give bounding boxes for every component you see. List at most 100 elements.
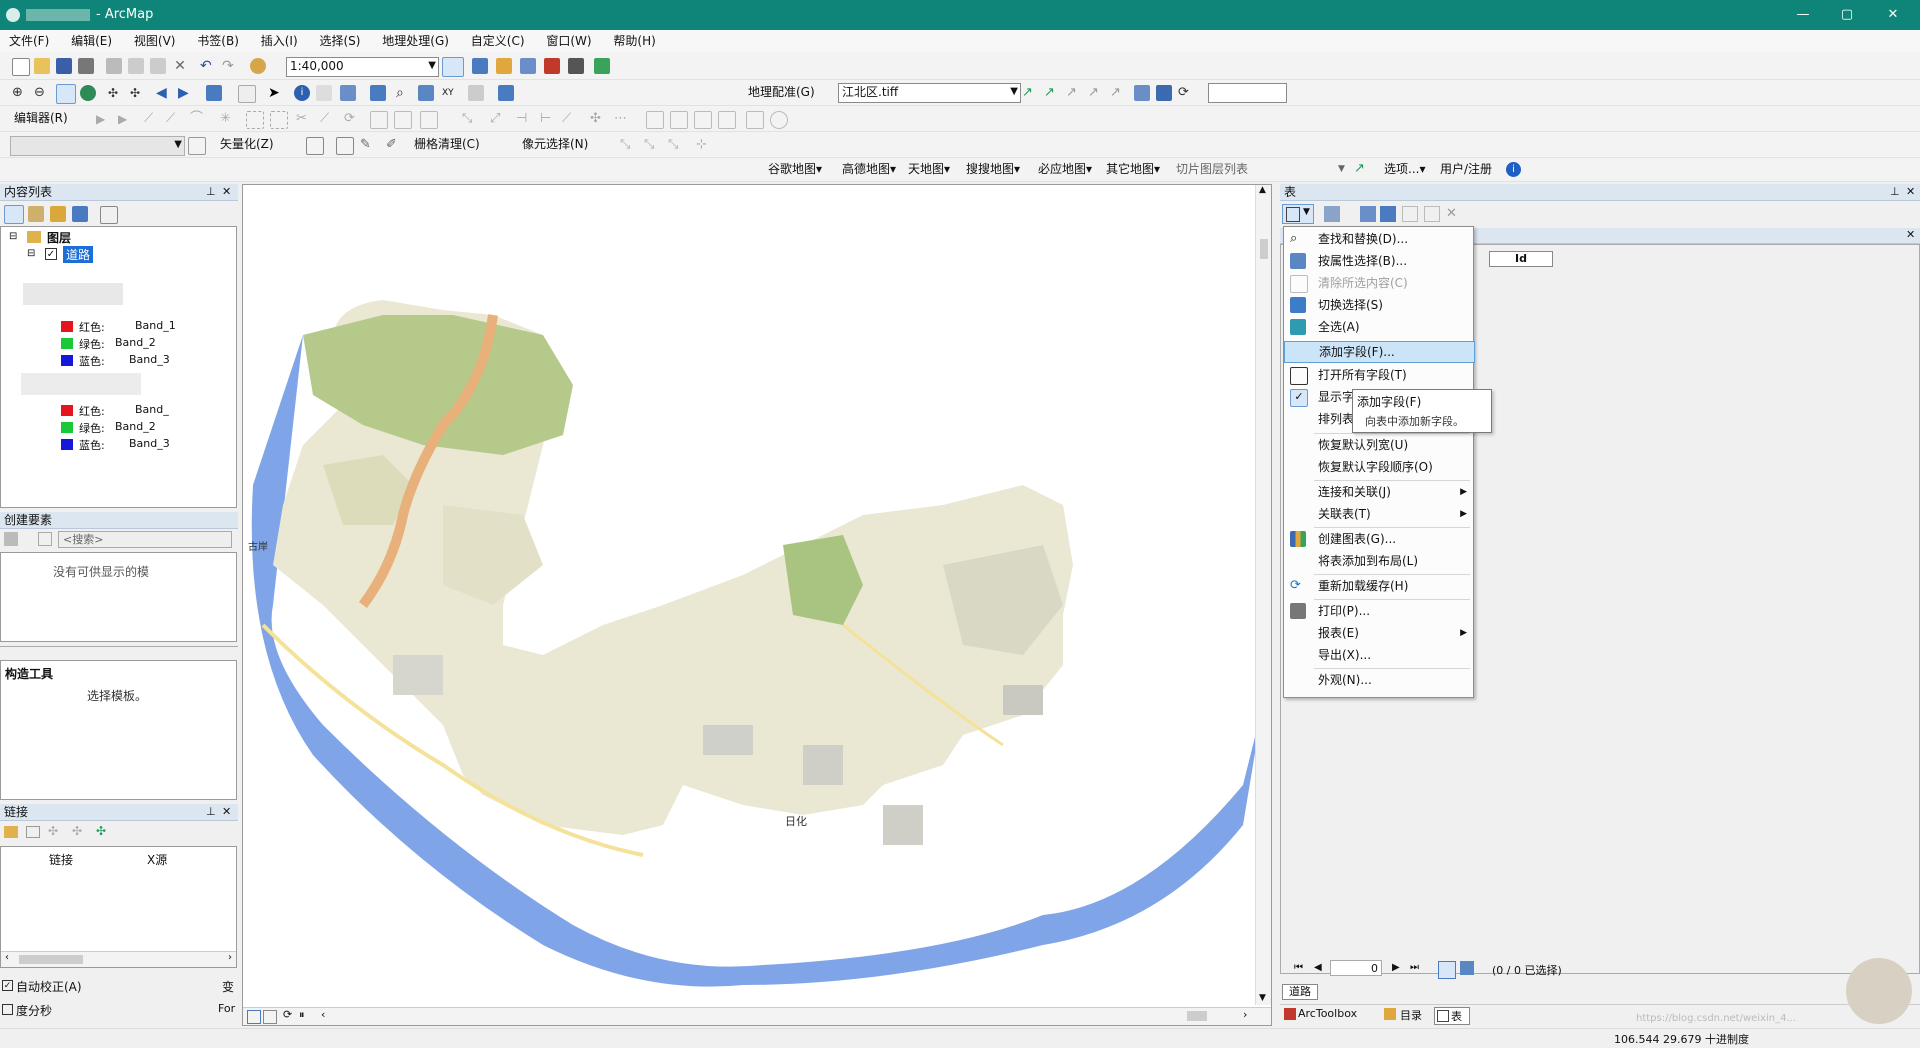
rotate-icon[interactable]: ↗ (1022, 85, 1038, 101)
hyperlink-icon[interactable] (316, 85, 332, 101)
menu-geoprocessing[interactable]: 地理处理(G) (373, 30, 458, 52)
close-icon[interactable]: ✕ (1906, 184, 1915, 200)
layout-view-icon[interactable] (263, 1010, 277, 1024)
viewer-icon[interactable] (1156, 85, 1172, 101)
georef-layer-combo[interactable]: 江北区.tiff ▼ (838, 83, 1021, 103)
scroll-left-icon[interactable]: ‹ (5, 952, 9, 963)
list-by-source-icon[interactable] (28, 206, 44, 222)
model-builder-icon[interactable] (594, 58, 610, 74)
data-frame-label[interactable]: 图层 (47, 229, 71, 246)
switch-selection-icon[interactable] (1380, 206, 1396, 222)
forward-arrow-icon[interactable]: ▶ (178, 85, 194, 101)
menu-item-related-tables[interactable]: 关联表(T) ▶ (1284, 504, 1473, 524)
scroll-up-icon[interactable]: ▲ (1259, 185, 1266, 195)
menu-bookmarks[interactable]: 书签(B) (188, 30, 248, 52)
links-horizontal-scrollbar[interactable]: ‹ › (1, 951, 236, 967)
template-view-icon[interactable] (38, 532, 52, 546)
auto-registration-icon[interactable]: ↗ (1088, 85, 1104, 101)
pin-icon[interactable]: ⊥ (206, 804, 216, 820)
layer-visibility-checkbox[interactable]: ✓ (45, 248, 57, 260)
add-control-points-icon[interactable]: ↗ (1066, 85, 1082, 101)
menu-item-turn-all-fields-on[interactable]: 打开所有字段(T) (1284, 365, 1473, 385)
select-elements-arrow-icon[interactable]: ➤ (268, 85, 284, 101)
toc-options-icon[interactable] (100, 206, 118, 224)
python-icon[interactable] (568, 58, 584, 74)
menu-file[interactable]: 文件(F) (0, 30, 58, 52)
buffer-icon[interactable] (718, 111, 736, 129)
close-button[interactable]: ✕ (1876, 4, 1910, 26)
menu-item-export[interactable]: 导出(X)... (1284, 645, 1473, 665)
menu-item-print[interactable]: 打印(P)... (1284, 601, 1473, 621)
pan-hand-icon[interactable] (56, 84, 76, 104)
data-view-icon[interactable] (247, 1010, 261, 1024)
menu-item-restore-column-widths[interactable]: 恢复默认列宽(U) (1284, 435, 1473, 455)
viewer-window-icon[interactable] (498, 85, 514, 101)
vectorization-menu[interactable]: 矢量化(Z) (220, 134, 274, 154)
scroll-thumb[interactable] (19, 955, 83, 964)
last-record-icon[interactable]: ⏭ (1410, 962, 1419, 973)
save-link-icon[interactable] (26, 826, 40, 838)
bing-maps-menu[interactable]: 必应地图▾ (1038, 159, 1092, 179)
raster-line-icon[interactable] (336, 137, 354, 155)
scroll-left-icon[interactable]: ‹ (321, 1008, 325, 1021)
reshape-feature-icon[interactable] (270, 111, 288, 129)
cogo-icon[interactable] (746, 111, 764, 129)
tile-layer-list-combo[interactable]: 切片图层列表 ▼ (1176, 159, 1346, 179)
scroll-thumb[interactable] (1187, 1011, 1207, 1021)
editor-menu[interactable]: 编辑器(R) (14, 108, 68, 128)
scroll-right-icon[interactable]: › (228, 952, 232, 963)
close-table-icon[interactable]: ✕ (1906, 228, 1915, 241)
user-register-link[interactable]: 用户/注册 (1440, 159, 1492, 179)
open-link-icon[interactable] (4, 826, 18, 838)
paste-icon[interactable] (150, 58, 166, 74)
minimize-button[interactable]: — (1786, 4, 1820, 26)
menu-item-select-by-attributes[interactable]: 按属性选择(B)... (1284, 251, 1473, 271)
back-arrow-icon[interactable]: ◀ (156, 85, 172, 101)
options-menu[interactable]: 选项...▾ (1384, 159, 1425, 179)
cell-selection-menu[interactable]: 像元选择(N) (522, 134, 588, 154)
straight-segment-icon[interactable]: ⟋ (144, 111, 160, 127)
raster-pencil-icon[interactable]: ✎ (360, 137, 376, 153)
end-point-arc-icon[interactable]: ⟋ (166, 111, 182, 127)
zoom-to-selected-icon[interactable] (1424, 206, 1440, 222)
add-data-icon[interactable] (250, 58, 266, 74)
edit-tool-icon[interactable]: ▶ (96, 111, 112, 127)
pin-icon[interactable]: ⊥ (206, 184, 216, 200)
delete-link-icon[interactable]: ✣ (48, 824, 58, 838)
split-icon[interactable]: ⟋ (320, 111, 336, 127)
scroll-right-icon[interactable]: › (1243, 1008, 1247, 1021)
select-link-icon[interactable]: ↗ (1110, 85, 1126, 101)
point-icon[interactable]: ✳ (220, 111, 236, 127)
menu-item-create-graph[interactable]: 创建图表(G)... (1284, 529, 1473, 549)
organize-templates-icon[interactable] (4, 532, 18, 546)
zoom-out-icon[interactable]: ⊖ (34, 85, 50, 101)
advanced-edit-icon[interactable] (770, 111, 788, 129)
info-icon[interactable]: i (1506, 162, 1521, 177)
save-icon[interactable] (56, 58, 72, 74)
sketch-properties-icon[interactable] (394, 111, 412, 129)
select-connected-cells-icon[interactable]: ⤡ (620, 137, 636, 153)
menu-item-reports[interactable]: 报表(E) ▶ (1284, 623, 1473, 643)
dock-tab-catalog[interactable]: 目录 (1400, 1007, 1422, 1023)
dock-tab-arctoolbox[interactable]: ArcToolbox (1298, 1007, 1357, 1020)
list-by-drawing-order-icon[interactable] (4, 205, 24, 224)
attributes-icon[interactable] (370, 111, 388, 129)
generalize-icon[interactable]: ⤢ (490, 111, 506, 127)
menu-item-add-field[interactable]: 添加字段(F)... (1284, 341, 1475, 363)
copy-icon[interactable] (128, 58, 144, 74)
measure-icon[interactable] (370, 85, 386, 101)
table-tab-roads[interactable]: 道路 (1282, 984, 1318, 1000)
soso-maps-menu[interactable]: 搜搜地图▾ (966, 159, 1020, 179)
raster-cleanup-menu[interactable]: 栅格清理(C) (414, 134, 480, 154)
scroll-down-icon[interactable]: ▼ (1259, 993, 1266, 1003)
menu-item-select-all[interactable]: 全选(A) (1284, 317, 1473, 337)
dms-checkbox[interactable] (2, 1004, 13, 1015)
dock-tab-table-box[interactable]: 表 (1434, 1007, 1470, 1025)
catalog-icon[interactable] (496, 58, 512, 74)
gaode-maps-menu[interactable]: 高德地图▾ (842, 159, 896, 179)
trim-icon[interactable]: ⊢ (540, 111, 556, 127)
cell-select-target-icon[interactable]: ⤡ (668, 137, 684, 153)
full-extent-icon[interactable] (80, 85, 96, 101)
show-selected-records-icon[interactable] (1460, 961, 1474, 975)
menu-item-reload-cache[interactable]: ⟳ 重新加载缓存(H) (1284, 576, 1473, 596)
